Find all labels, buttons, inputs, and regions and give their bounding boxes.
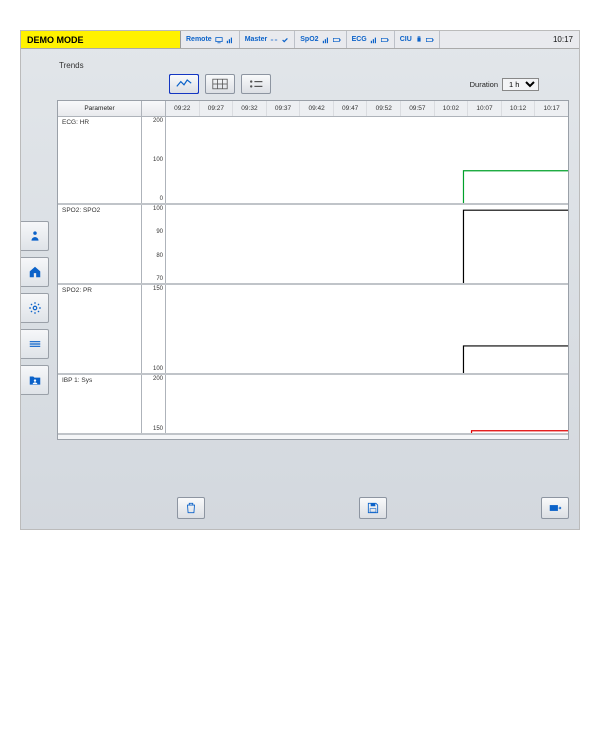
trend-row-plot[interactable] [166,117,568,203]
trend-row-label: ECG: HR [58,117,142,203]
time-tick: 09:32 [233,101,267,116]
duration-control: Duration 1 h [470,78,539,91]
card-export-icon [548,501,562,515]
sidebar-item-trends[interactable] [21,329,49,359]
column-header-parameter: Parameter [58,101,142,116]
trend-row-scale: 2001000 [142,117,166,203]
trend-row-label: IBP 1: Sys [58,375,142,433]
view-table-button[interactable] [205,74,235,94]
home-icon [28,265,42,279]
trend-row-scale: 100908070 [142,205,166,283]
demo-mode-badge: DEMO MODE [21,31,181,48]
sidebar-item-settings[interactable] [21,293,49,323]
view-toolbar: Duration 1 h [169,74,569,94]
trend-row-label: SPO2: PR [58,285,142,373]
signal-icon [370,36,378,44]
topbar-master-label: Master [245,36,268,43]
time-tick: 09:22 [166,101,200,116]
duration-select[interactable]: 1 h [502,78,539,91]
link-icon [270,36,278,44]
trend-row: SPO2: PR150100 [58,285,568,375]
signal-icon [322,36,330,44]
column-header-yscale [142,101,166,116]
time-tick: 09:27 [200,101,234,116]
topbar-remote-label: Remote [186,36,212,43]
sidebar-item-home[interactable] [21,257,49,287]
sidebar [21,221,49,401]
clock: 10:17 [547,31,579,48]
trend-row-scale: 200150 [142,375,166,433]
topbar-ciu-label: CIU [400,36,412,43]
view-graph-button[interactable] [169,74,199,94]
topbar-spo2-label: SpO2 [300,36,318,43]
time-tick: 10:02 [435,101,469,116]
list-icon [248,78,264,90]
monitor-icon [215,36,223,44]
time-tick: 09:52 [367,101,401,116]
topbar-segment-spo2[interactable]: SpO2 [295,31,346,48]
trend-row-plot[interactable] [166,205,568,283]
table-icon [212,78,228,90]
folder-person-icon [28,373,42,387]
topbar-segment-ciu[interactable]: CIU [395,31,440,48]
bottom-toolbar [57,497,569,519]
topbar-segment-master[interactable]: Master [240,31,296,48]
time-tick: 09:47 [334,101,368,116]
topbar-ecg-label: ECG [352,36,367,43]
app-window: DEMO MODE Remote Master SpO2 ECG CIU 10:… [20,30,580,530]
person-icon [28,229,42,243]
time-tick: 10:12 [502,101,536,116]
trash-icon [184,501,198,515]
top-bar: DEMO MODE Remote Master SpO2 ECG CIU 10:… [21,31,579,49]
trend-row: SPO2: SPO2100908070 [58,205,568,285]
trends-panel: Parameter 09:2209:2709:3209:3709:4209:47… [57,100,569,440]
delete-button[interactable] [177,497,205,519]
time-tick: 09:57 [401,101,435,116]
battery-icon [426,36,434,44]
time-tick: 09:37 [267,101,301,116]
time-tick: 10:17 [535,101,568,116]
topbar-segment-ecg[interactable]: ECG [347,31,395,48]
duration-label: Duration [470,80,498,89]
time-tick: 10:07 [468,101,502,116]
trends-icon [28,337,42,351]
trends-header: Parameter 09:2209:2709:3209:3709:4209:47… [58,101,568,117]
trend-row: IBP 1: Sys200150 [58,375,568,435]
save-button[interactable] [359,497,387,519]
view-list-button[interactable] [241,74,271,94]
sidebar-item-patient[interactable] [21,221,49,251]
main-area: Trends Duration 1 h Parameter 09 [57,55,569,521]
topbar-segment-remote[interactable]: Remote [181,31,240,48]
battery-icon [333,36,341,44]
gear-icon [28,301,42,315]
disk-icon [366,501,380,515]
export-button[interactable] [541,497,569,519]
time-axis: 09:2209:2709:3209:3709:4209:4709:5209:57… [166,101,568,116]
graph-icon [176,78,192,90]
sidebar-item-records[interactable] [21,365,49,395]
trends-rows: ECG: HR2001000SPO2: SPO2100908070SPO2: P… [58,117,568,439]
page-title: Trends [59,61,569,70]
trend-row: ECG: HR2001000 [58,117,568,205]
trend-row-plot[interactable] [166,285,568,373]
trend-row-label: SPO2: SPO2 [58,205,142,283]
battery-icon [381,36,389,44]
check-icon [281,36,289,44]
plug-icon [415,36,423,44]
signal-icon [226,36,234,44]
trend-row-plot[interactable] [166,375,568,433]
time-tick: 09:42 [300,101,334,116]
trend-row-scale: 150100 [142,285,166,373]
